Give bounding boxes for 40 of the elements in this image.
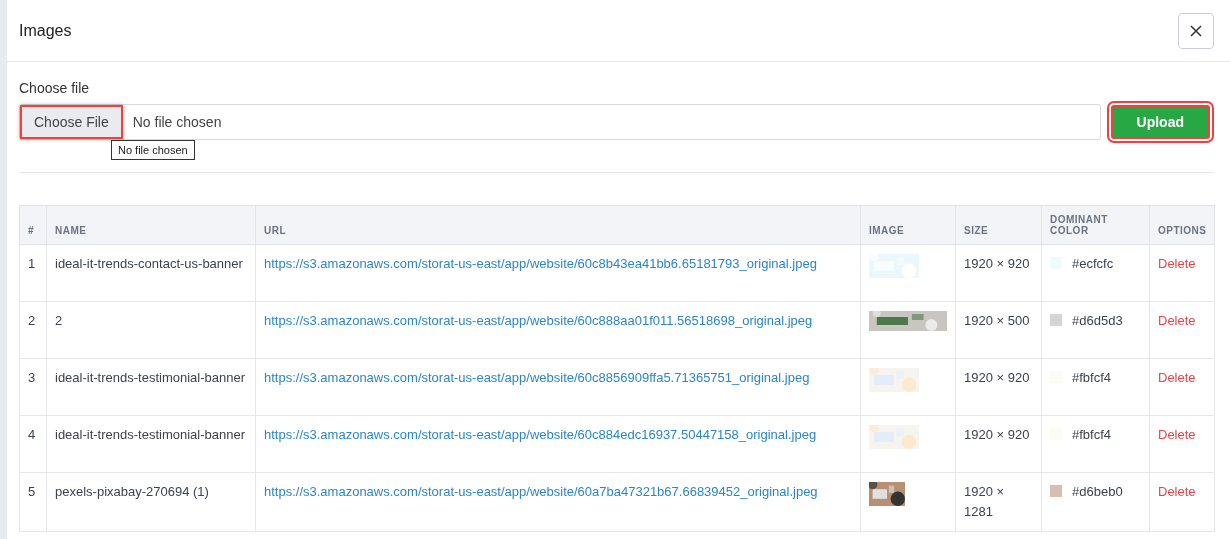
column-header: DOMINANT COLOR [1041, 205, 1150, 245]
table-cell: 1920 × 920 [955, 358, 1042, 416]
table-cell: 2 [19, 301, 47, 359]
color-code: #ecfcfc [1072, 255, 1114, 273]
column-header: # [19, 205, 47, 245]
field-label: Choose file [19, 80, 91, 96]
color-code: #fbfcf4 [1072, 369, 1112, 387]
color-code: #d6beb0 [1072, 483, 1123, 501]
column-header: NAME [46, 205, 256, 245]
table-cell: ideal-it-trends-testimonial-banner [46, 358, 256, 416]
close-icon [1190, 24, 1202, 37]
table-cell: 1920 × 920 [955, 415, 1042, 473]
table-cell: 1920 × 920 [955, 244, 1042, 302]
table-cell: 4 [19, 415, 47, 473]
table-cell: 3 [19, 358, 47, 416]
table-cell: ideal-it-trends-contact-us-banner [46, 244, 256, 302]
table-cell: ideal-it-trends-testimonial-banner [46, 415, 256, 473]
tooltip: No file chosen [111, 140, 195, 160]
delete-link[interactable]: Delete [1158, 370, 1196, 385]
table-cell: 1920 × 1281 [955, 472, 1042, 532]
column-header: IMAGE [860, 205, 956, 245]
file-input-field[interactable]: Choose File No file chosen [19, 104, 1101, 140]
column-header: URL [255, 205, 861, 245]
table-cell: 1920 × 500 [955, 301, 1042, 359]
file-status: No file chosen [132, 114, 222, 130]
column-header: SIZE [955, 205, 1042, 245]
color-code: #d6d5d3 [1072, 312, 1123, 330]
delete-link[interactable]: Delete [1158, 484, 1196, 499]
choose-file-button[interactable]: Choose File [20, 105, 123, 139]
table-cell: 1 [19, 244, 47, 302]
column-header: OPTIONS [1149, 205, 1215, 245]
table-cell: 2 [46, 301, 256, 359]
close-button[interactable] [1178, 12, 1214, 49]
color-code: #fbfcf4 [1072, 426, 1112, 444]
window-title: Images [19, 21, 72, 40]
table-cell: 5 [19, 472, 47, 532]
delete-link[interactable]: Delete [1158, 313, 1196, 328]
delete-link[interactable]: Delete [1158, 427, 1196, 442]
table-cell: pexels-pixabay-270694 (1) [46, 472, 256, 532]
delete-link[interactable]: Delete [1158, 256, 1196, 271]
